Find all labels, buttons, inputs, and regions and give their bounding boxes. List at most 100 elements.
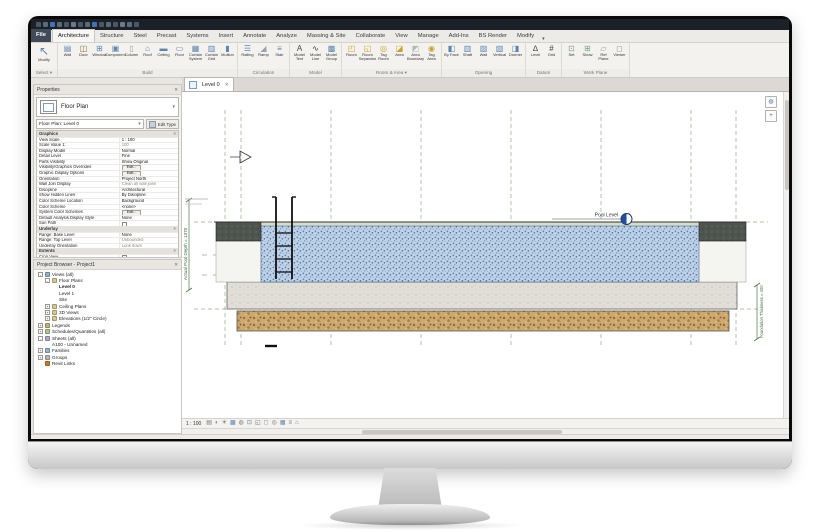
ribbon-button-model-text[interactable]: AModel Text xyxy=(292,44,307,62)
tab-file[interactable]: File xyxy=(31,29,51,42)
ribbon-button-stair[interactable]: ≡Stair xyxy=(272,44,287,57)
ribbon-button-component[interactable]: ▣Component xyxy=(108,44,123,57)
tab-precast[interactable]: Precast xyxy=(152,30,182,42)
collapse-icon[interactable]: - xyxy=(38,272,43,277)
qat-icon[interactable] xyxy=(36,22,41,27)
section-collapse-icon[interactable]: × xyxy=(173,131,176,137)
ribbon-button-by-face[interactable]: ◧By Face xyxy=(444,44,459,57)
shadows-icon[interactable]: ▩ xyxy=(230,419,236,428)
ribbon-button-model-line[interactable]: ∿Model Line xyxy=(308,44,323,62)
property-value[interactable]: Look down xyxy=(119,244,178,249)
qat-icon[interactable] xyxy=(99,22,104,27)
visual-style-icon[interactable]: ◐ xyxy=(215,419,219,428)
steering-wheel-icon[interactable]: ◍ xyxy=(765,96,777,108)
expand-icon[interactable]: + xyxy=(45,304,50,309)
qat-icon[interactable] xyxy=(57,22,62,27)
property-value[interactable]: Clean all wall joins xyxy=(119,182,178,187)
show-crop-region-icon[interactable]: ◱ xyxy=(255,419,261,428)
qat-icon[interactable] xyxy=(64,22,69,27)
ribbon-button-set[interactable]: ⊡Set xyxy=(564,44,579,57)
ribbon-button-room-separator[interactable]: ◱Room Separator xyxy=(360,44,375,62)
ribbon-button-ceiling[interactable]: ▬Ceiling xyxy=(156,44,171,57)
ribbon-button-wall[interactable]: ▨Wall xyxy=(476,44,491,57)
section-collapse-icon[interactable]: × xyxy=(173,248,176,254)
ribbon-button-tag-room[interactable]: ◎Tag Room xyxy=(376,44,391,62)
tab-modify[interactable]: Modify xyxy=(512,30,539,42)
collapse-icon[interactable]: - xyxy=(45,278,50,283)
foundation-thickness-dimension[interactable]: Foundation Thickness = 400 xyxy=(754,283,764,341)
collapse-icon[interactable]: - xyxy=(38,336,43,341)
qat-icon[interactable] xyxy=(85,22,90,27)
ribbon-button-area[interactable]: ◪Area xyxy=(392,44,407,57)
property-value[interactable] xyxy=(119,221,178,226)
property-value[interactable]: None xyxy=(119,216,178,221)
view-scale-control[interactable]: 1 : 100 xyxy=(186,421,201,427)
show-rendering-dialog-icon[interactable]: ◍ xyxy=(239,419,244,428)
pool-depth-dimension[interactable]: Actual Pool Depth = 1370 xyxy=(183,198,208,292)
section-collapse-icon[interactable]: × xyxy=(173,226,176,232)
ribbon-button-mullion[interactable]: ▮Mullion xyxy=(220,44,235,57)
property-value[interactable]: Normal xyxy=(119,149,178,154)
edit-button[interactable]: Edit... xyxy=(122,165,142,170)
tab-add-ins[interactable]: Add-Ins xyxy=(444,30,474,42)
qat-icon[interactable] xyxy=(43,22,48,27)
ribbon-button-ramp[interactable]: ◢Ramp xyxy=(256,44,271,57)
qat-icon[interactable] xyxy=(50,22,55,27)
qat-icon[interactable] xyxy=(78,22,83,27)
instance-selector[interactable]: Floor Plan: Level 0 ▾ xyxy=(36,119,144,129)
ribbon-button-level[interactable]: ∆Level xyxy=(528,44,543,57)
ribbon-button-viewer[interactable]: ◻Viewer xyxy=(612,44,627,57)
qat-icon[interactable] xyxy=(120,22,125,27)
qat-icon[interactable] xyxy=(134,22,139,27)
ribbon-button-shaft[interactable]: ▥Shaft xyxy=(460,44,475,57)
ribbon-button-floor[interactable]: ▭Floor xyxy=(172,44,187,57)
ribbon-button-wall[interactable]: ▤Wall xyxy=(60,44,75,57)
tab-view[interactable]: View xyxy=(390,30,412,42)
checkbox[interactable] xyxy=(122,222,128,226)
constraints-icon[interactable]: ⌂ xyxy=(295,419,299,428)
temporary-view-properties-icon[interactable]: ▦ xyxy=(280,419,286,428)
qat-icon[interactable] xyxy=(127,22,132,27)
worksharing-display-icon[interactable]: ≡ xyxy=(289,419,293,428)
tab-massing-site[interactable]: Massing & Site xyxy=(302,30,351,42)
temporary-hide-isolate-icon[interactable]: ◻ xyxy=(264,419,269,428)
tab-collaborate[interactable]: Collaborate xyxy=(351,30,391,42)
tab-architecture[interactable]: Architecture xyxy=(52,29,95,42)
vertical-scrollbar-thumb[interactable] xyxy=(785,100,789,190)
edit-button[interactable]: Edit... xyxy=(122,210,142,215)
expand-icon[interactable]: + xyxy=(38,329,43,334)
tab-systems[interactable]: Systems xyxy=(181,30,213,42)
ribbon-button-show[interactable]: ⊞Show xyxy=(580,44,595,57)
property-value[interactable]: None xyxy=(119,233,178,238)
ribbon-button-curtain-grid[interactable]: ▥Curtain Grid xyxy=(204,44,219,62)
ribbon-button-modify[interactable]: ↖Modify xyxy=(33,44,55,62)
property-value[interactable] xyxy=(119,255,178,258)
view-tab-level-0[interactable]: Level 0 ✕ xyxy=(184,77,234,91)
property-value[interactable]: Background xyxy=(119,199,178,204)
tab-manage[interactable]: Manage xyxy=(413,30,444,42)
ribbon-button-vertical[interactable]: ▧Vertical xyxy=(492,44,507,57)
ribbon-button-ref-plane[interactable]: ▱Ref Plane xyxy=(596,44,611,62)
property-value[interactable]: <none> xyxy=(119,205,178,210)
ribbon-button-model-group[interactable]: ▩Model Group xyxy=(324,44,339,62)
ribbon-display-toggle[interactable]: ▾ xyxy=(542,36,545,42)
property-value[interactable]: Architectural xyxy=(119,188,178,193)
expand-icon[interactable]: + xyxy=(45,310,50,315)
detail-level-icon[interactable]: ▤ xyxy=(206,419,212,428)
property-value[interactable]: 100 xyxy=(119,143,178,148)
ribbon-button-railing[interactable]: ☰Railing xyxy=(240,44,255,57)
qat-icon[interactable] xyxy=(106,22,111,27)
reveal-hidden-elements-icon[interactable]: ◎ xyxy=(272,419,277,428)
tab-analyze[interactable]: Analyze xyxy=(271,30,302,42)
ribbon-button-room[interactable]: ◰Room xyxy=(344,44,359,57)
zoom-control-icon[interactable]: + xyxy=(765,110,777,122)
ribbon-button-tag-area[interactable]: ◉Tag Area xyxy=(424,44,439,62)
qat-icon[interactable] xyxy=(92,22,97,27)
edit-button[interactable]: Edit... xyxy=(122,171,142,176)
checkbox[interactable] xyxy=(122,255,128,258)
ribbon-button-column[interactable]: ▯Column xyxy=(124,44,139,57)
expand-icon[interactable]: + xyxy=(38,348,43,353)
ribbon-button-door[interactable]: ◫Door xyxy=(76,44,91,57)
tab-bs-render[interactable]: BS Render xyxy=(474,30,512,42)
drawing-canvas[interactable]: Pool Level Actual Pool Depth = 1370 xyxy=(182,92,783,418)
